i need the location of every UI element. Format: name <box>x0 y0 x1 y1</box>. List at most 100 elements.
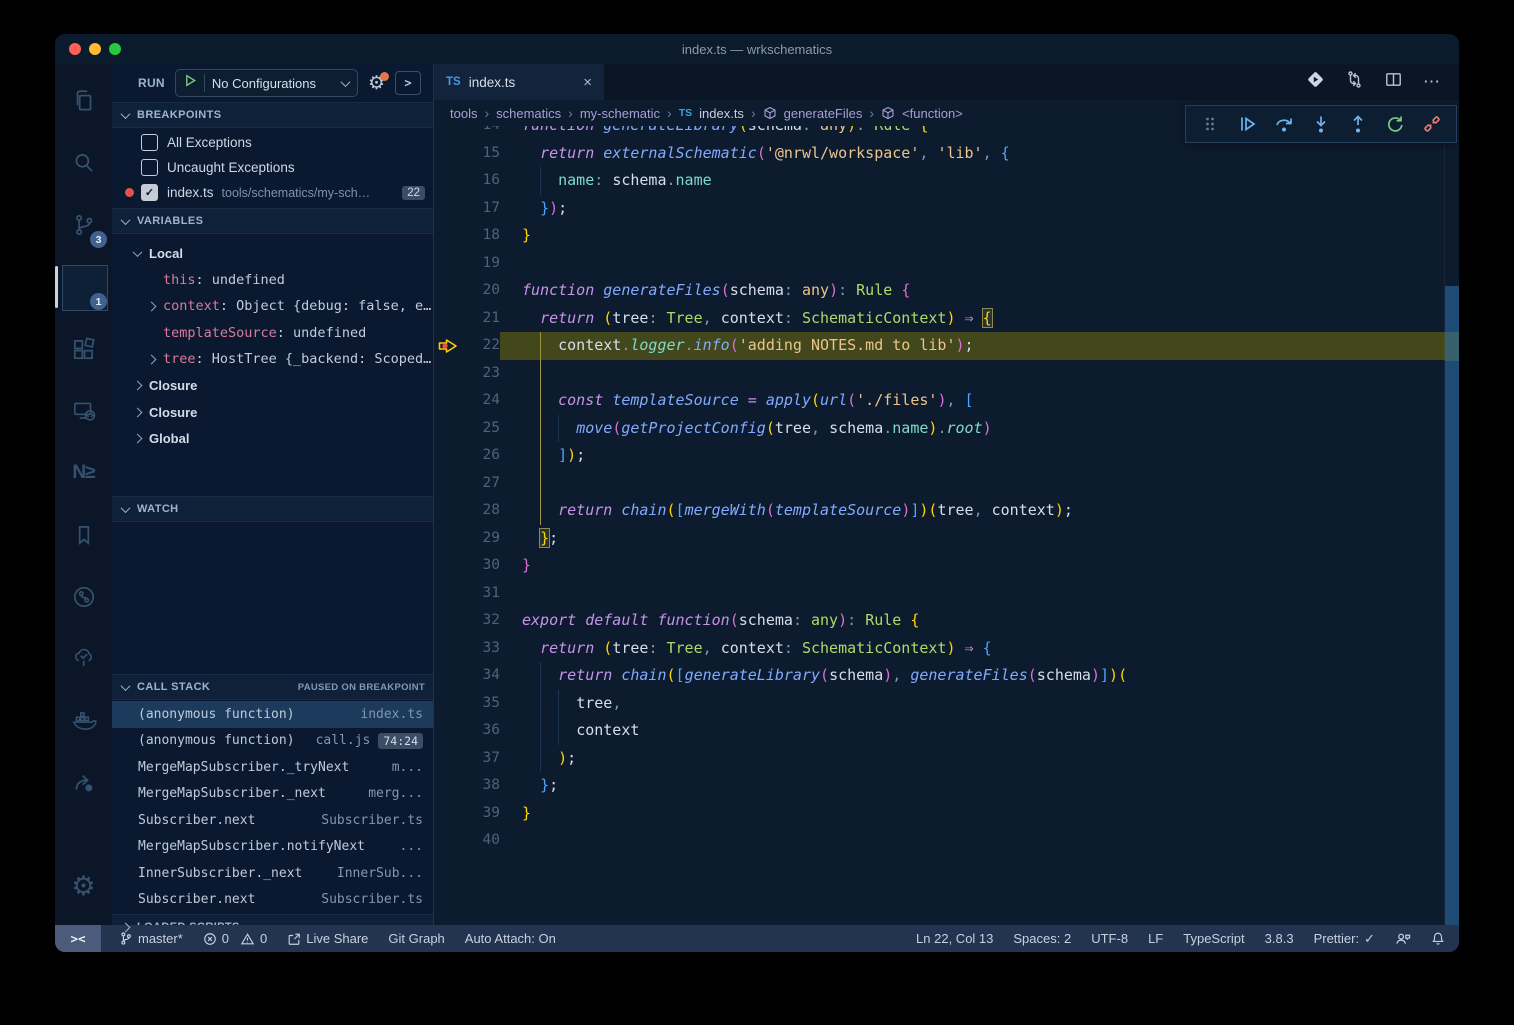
debug-console-icon[interactable]: > <box>395 71 421 95</box>
breadcrumb-function[interactable]: <function> <box>902 106 963 121</box>
code-text[interactable]: return chain([generateLibrary(schema), g… <box>500 662 1459 690</box>
code-line[interactable]: 16 name: schema.name <box>434 167 1459 195</box>
compare-changes-icon[interactable] <box>1345 70 1364 94</box>
breakpoint-gutter[interactable] <box>434 772 464 800</box>
breakpoint-gutter[interactable] <box>434 195 464 223</box>
eol-item[interactable]: LF <box>1148 931 1163 946</box>
live-share-item[interactable]: Live Share <box>287 931 368 946</box>
watch-header[interactable]: WATCH <box>112 496 433 522</box>
code-text[interactable]: }); <box>500 195 1459 223</box>
search-icon[interactable] <box>55 132 112 194</box>
code-text[interactable]: return (tree: Tree, context: SchematicCo… <box>500 305 1459 333</box>
code-text[interactable] <box>500 580 1459 608</box>
stack-frame[interactable]: MergeMapSubscriber._tryNextm... <box>112 754 433 781</box>
code-text[interactable]: } <box>500 800 1459 828</box>
variable-row[interactable]: templateSource: undefined <box>112 320 433 347</box>
split-editor-icon[interactable] <box>1384 70 1403 94</box>
open-changes-icon[interactable] <box>1306 70 1325 94</box>
code-text[interactable]: return chain([mergeWith(templateSource)]… <box>500 497 1459 525</box>
breakpoint-gutter[interactable] <box>434 607 464 635</box>
breadcrumb-symbol[interactable]: generateFiles <box>784 106 863 121</box>
code-line[interactable]: 23 <box>434 360 1459 388</box>
live-share-activity-icon[interactable] <box>55 752 112 814</box>
minimize-window-button[interactable] <box>89 43 101 55</box>
breadcrumb-my-schematic[interactable]: my-schematic <box>580 106 660 121</box>
editor-scrollbar[interactable] <box>1444 126 1459 925</box>
code-line[interactable]: 37 ); <box>434 745 1459 773</box>
breakpoint-gutter[interactable] <box>434 662 464 690</box>
drag-handle-icon[interactable] <box>1196 110 1224 138</box>
code-line[interactable]: 38 }; <box>434 772 1459 800</box>
breakpoint-gutter[interactable] <box>434 525 464 553</box>
breakpoint-gutter[interactable] <box>434 745 464 773</box>
tab-index-ts[interactable]: TS index.ts × <box>434 64 604 100</box>
variable-row[interactable]: tree: HostTree {_backend: ScopedH… <box>112 346 433 373</box>
code-text[interactable]: ); <box>500 745 1459 773</box>
breakpoint-gutter[interactable] <box>434 580 464 608</box>
stack-frame[interactable]: Subscriber.nextSubscriber.ts <box>112 807 433 834</box>
breadcrumb-tools[interactable]: tools <box>450 106 477 121</box>
code-line[interactable]: 27 <box>434 470 1459 498</box>
breakpoint-item[interactable]: All Exceptions <box>112 130 433 155</box>
breakpoint-gutter[interactable] <box>434 305 464 333</box>
code-text[interactable]: function generateFiles(schema: any): Rul… <box>500 277 1459 305</box>
debug-settings-gear[interactable]: ⚙ <box>368 74 385 93</box>
step-over-icon[interactable] <box>1270 110 1298 138</box>
breakpoint-gutter[interactable] <box>434 332 464 360</box>
code-text[interactable]: move(getProjectConfig(tree, schema.name)… <box>500 415 1459 443</box>
code-line[interactable]: 25 move(getProjectConfig(tree, schema.na… <box>434 415 1459 443</box>
code-text[interactable]: export default function(schema: any): Ru… <box>500 607 1459 635</box>
breakpoint-gutter[interactable] <box>434 360 464 388</box>
checkbox[interactable] <box>141 134 158 151</box>
code-text[interactable]: tree, <box>500 690 1459 718</box>
breakpoint-gutter[interactable] <box>434 552 464 580</box>
breakpoint-gutter[interactable] <box>434 277 464 305</box>
code-line[interactable]: 39} <box>434 800 1459 828</box>
breakpoint-item[interactable]: Uncaught Exceptions <box>112 155 433 180</box>
breakpoint-gutter[interactable] <box>434 140 464 168</box>
test-explorer-icon[interactable] <box>55 628 112 690</box>
breakpoint-gutter[interactable] <box>434 250 464 278</box>
breakpoint-gutter[interactable] <box>434 222 464 250</box>
stack-frame[interactable]: MergeMapSubscriber.notifyNext... <box>112 834 433 861</box>
nx-console-icon[interactable]: N≥ <box>55 442 112 504</box>
close-window-button[interactable] <box>69 43 81 55</box>
start-debug-icon[interactable] <box>184 74 197 92</box>
scope-closure[interactable]: Closure <box>112 399 433 426</box>
breakpoint-gutter[interactable] <box>434 827 464 855</box>
stack-frame[interactable]: InnerSubscriber._nextInnerSub... <box>112 860 433 887</box>
code-line[interactable]: 32export default function(schema: any): … <box>434 607 1459 635</box>
code-line[interactable]: 24 const templateSource = apply(url('./f… <box>434 387 1459 415</box>
code-text[interactable]: context.logger.info('adding NOTES.md to … <box>500 332 1459 360</box>
code-line[interactable]: 20function generateFiles(schema: any): R… <box>434 277 1459 305</box>
call-stack-header[interactable]: CALL STACKPAUSED ON BREAKPOINT <box>112 674 433 700</box>
cursor-position-item[interactable]: Ln 22, Col 13 <box>916 931 993 946</box>
language-mode-item[interactable]: TypeScript <box>1183 931 1244 946</box>
encoding-item[interactable]: UTF-8 <box>1091 931 1128 946</box>
problems-item[interactable]: 00 <box>203 931 267 946</box>
code-line[interactable]: 18} <box>434 222 1459 250</box>
code-text[interactable] <box>500 360 1459 388</box>
remote-explorer-icon[interactable] <box>55 380 112 442</box>
variable-row[interactable]: context: Object {debug: false, en… <box>112 293 433 320</box>
step-out-icon[interactable] <box>1344 110 1372 138</box>
code-text[interactable]: return externalSchematic('@nrwl/workspac… <box>500 140 1459 168</box>
code-text[interactable]: name: schema.name <box>500 167 1459 195</box>
code-line[interactable]: 31 <box>434 580 1459 608</box>
code-text[interactable] <box>500 827 1459 855</box>
breadcrumb-schematics[interactable]: schematics <box>496 106 561 121</box>
scrollbar-slider[interactable] <box>1445 286 1459 925</box>
code-line[interactable]: 40 <box>434 827 1459 855</box>
source-control-icon[interactable]: 3 <box>55 194 112 256</box>
breakpoints-header[interactable]: BREAKPOINTS <box>112 102 433 128</box>
breakpoint-gutter[interactable] <box>434 800 464 828</box>
code-line[interactable]: 17 }); <box>434 195 1459 223</box>
stack-frame[interactable]: MergeMapSubscriber._nextmerg... <box>112 781 433 808</box>
checkbox[interactable] <box>141 159 158 176</box>
disconnect-icon[interactable] <box>1418 110 1446 138</box>
scope-closure[interactable]: Closure <box>112 373 433 400</box>
continue-icon[interactable] <box>1233 110 1261 138</box>
code-line[interactable]: 26 ]); <box>434 442 1459 470</box>
settings-gear-icon[interactable]: ⚙ <box>55 855 112 917</box>
breakpoint-gutter[interactable] <box>434 717 464 745</box>
